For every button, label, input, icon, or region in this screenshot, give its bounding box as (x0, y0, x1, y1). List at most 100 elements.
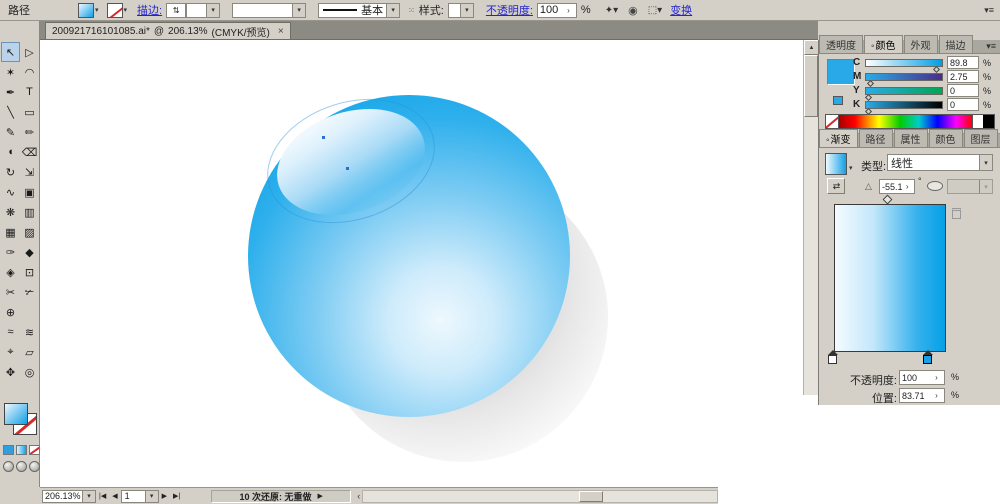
tool-direct-selection[interactable]: ▷ (20, 42, 39, 62)
stop-position-field[interactable]: 83.71 › (899, 388, 945, 403)
tool-liquify[interactable]: ≈ (1, 322, 20, 342)
tab-transparency[interactable]: 透明度 (819, 35, 863, 53)
fill-dropdown-icon[interactable]: ▾ (95, 6, 99, 14)
tool-symbol-sprayer[interactable]: ❋ (1, 202, 20, 222)
tool-measure[interactable]: ▱ (20, 342, 39, 362)
vertical-scrollbar[interactable]: ▲ (803, 40, 819, 395)
tool-graph[interactable]: ▥ (20, 202, 39, 222)
color-panel-menu-icon[interactable]: ▾≡ (982, 41, 1000, 53)
tab-stroke[interactable]: 描边 (938, 35, 973, 53)
gradient-angle-field[interactable]: -55.1 › (879, 179, 915, 194)
undo-status[interactable]: 10 次还原: 无重做 ▶ (211, 489, 352, 503)
tool-zoom[interactable]: ◎ (20, 362, 39, 382)
tool-width[interactable]: ∿ (1, 182, 20, 202)
yellow-value[interactable]: 0 (947, 84, 979, 97)
black-slider[interactable] (864, 101, 943, 116)
tool-wrinkle[interactable]: ≋ (20, 322, 39, 342)
tab-gradient[interactable]: 渐变 (819, 129, 858, 147)
tool-pencil[interactable]: ✏ (20, 122, 39, 142)
spectrum-black-swatch[interactable] (983, 115, 994, 128)
fill-color-swatch[interactable] (4, 403, 28, 425)
tool-free-transform[interactable]: ▣ (20, 182, 39, 202)
tool-paintbrush[interactable]: ✎ (1, 122, 20, 142)
black-value[interactable]: 0 (947, 98, 979, 111)
none-button[interactable] (29, 445, 40, 455)
spectrum-white-swatch[interactable] (972, 115, 983, 128)
tool-rectangle[interactable]: ▭ (20, 102, 39, 122)
tool-eyedropper[interactable]: ✑ (1, 242, 20, 262)
tool-target[interactable]: ⌖ (1, 342, 20, 362)
opacity-field[interactable]: 100 › (536, 2, 577, 18)
tool-gradient[interactable]: ▨ (20, 222, 39, 242)
style-combo[interactable]: ▾ (447, 2, 474, 18)
control-bar-menu-icon[interactable]: ▾≡ (984, 5, 994, 16)
gradient-thumbnail-dropdown-icon[interactable]: ▾ (849, 164, 853, 172)
horizontal-scroll-thumb[interactable] (579, 490, 604, 502)
tool-blob-brush[interactable]: ◖ (1, 142, 20, 162)
scroll-up-icon[interactable]: ▲ (804, 40, 819, 55)
tool-hand[interactable]: ✥ (1, 362, 20, 382)
anchor-point[interactable] (346, 167, 349, 170)
gradient-button[interactable] (16, 445, 27, 455)
tool-pen[interactable]: ✒ (1, 82, 20, 102)
tool-live-paint-selection[interactable]: ⊡ (20, 262, 39, 282)
gradient-stop-blue-selected[interactable] (923, 350, 933, 364)
stroke-link[interactable]: 描边: (137, 2, 162, 18)
magenta-slider[interactable] (865, 73, 943, 88)
zoom-level-combo[interactable]: 206.13% ▾ (42, 489, 96, 503)
tool-selection[interactable]: ↖ (1, 42, 20, 62)
canvas[interactable] (40, 40, 803, 487)
screen-mode-menubar-button[interactable] (16, 461, 27, 472)
tool-live-paint-bucket[interactable]: ◈ (1, 262, 20, 282)
tab-appearance[interactable]: 外观 (903, 35, 938, 53)
undo-status-play-icon[interactable]: ▶ (318, 492, 323, 500)
last-page-icon[interactable]: ▶| (170, 492, 183, 500)
tool-blend[interactable]: ◆ (20, 242, 39, 262)
stroke-swatch[interactable] (106, 2, 123, 18)
tab-layers[interactable]: 图层 (963, 129, 998, 147)
anchor-point[interactable] (322, 136, 325, 139)
select-similar-icon[interactable]: ✦▾ (605, 5, 618, 16)
tool-eraser[interactable]: ⌫ (20, 142, 39, 162)
tool-artboard[interactable]: ⊕ (1, 302, 20, 322)
reverse-gradient-button[interactable]: ⇄ (827, 178, 845, 194)
spectrum-none-swatch[interactable] (826, 115, 839, 128)
stop-opacity-field[interactable]: 100 › (899, 370, 945, 385)
cyan-slider[interactable] (865, 59, 943, 74)
gradient-stop-white[interactable] (828, 350, 838, 364)
gradient-midpoint-marker[interactable] (882, 194, 893, 205)
tab-attributes[interactable]: 属性 (893, 129, 928, 147)
align-options-icon[interactable]: ⬚▾ (648, 5, 662, 16)
yellow-slider[interactable] (864, 87, 943, 102)
tool-lasso[interactable]: ◠ (20, 62, 39, 82)
stroke-weight-stepper[interactable]: ⇅ (166, 2, 187, 18)
transform-link[interactable]: 变换 (670, 2, 692, 18)
first-page-icon[interactable]: |◀ (96, 492, 109, 500)
color-button[interactable] (3, 445, 14, 455)
angle-spinner-icon[interactable]: › (903, 180, 912, 193)
tool-scissors[interactable]: ✂ (1, 282, 20, 302)
next-page-icon[interactable]: ▶ (159, 492, 170, 500)
tool-type[interactable]: T (20, 82, 39, 102)
gradient-thumbnail[interactable] (825, 153, 847, 175)
color-spectrum-bar[interactable] (825, 114, 995, 129)
tool-knife[interactable]: ✃ (20, 282, 39, 302)
delete-stop-icon[interactable] (952, 208, 961, 219)
tool-magic-wand[interactable]: ✶ (1, 62, 20, 82)
prev-page-icon[interactable]: ◀ (109, 492, 120, 500)
gradient-preview[interactable] (834, 204, 946, 352)
stroke-weight-combo[interactable]: ▾ (186, 2, 221, 18)
screen-mode-normal-button[interactable] (3, 461, 14, 472)
magenta-value[interactable]: 2.75 (947, 70, 979, 83)
tab-color[interactable]: 颜色 (864, 35, 903, 53)
page-number-combo[interactable]: 1 ▾ (120, 489, 159, 503)
screen-mode-full-button[interactable] (29, 461, 40, 472)
recolor-artwork-icon[interactable]: ◉ (628, 4, 638, 17)
tool-line[interactable]: ╲ (1, 102, 20, 122)
gradient-type-combo[interactable]: 线性 ▾ (887, 154, 993, 171)
scroll-left-icon[interactable]: ‹ (357, 491, 360, 501)
vertical-scroll-thumb[interactable] (804, 55, 818, 117)
tool-rotate[interactable]: ↻ (1, 162, 20, 182)
horizontal-scrollbar[interactable] (362, 489, 718, 503)
tab-color2[interactable]: 颜色 (928, 129, 963, 147)
